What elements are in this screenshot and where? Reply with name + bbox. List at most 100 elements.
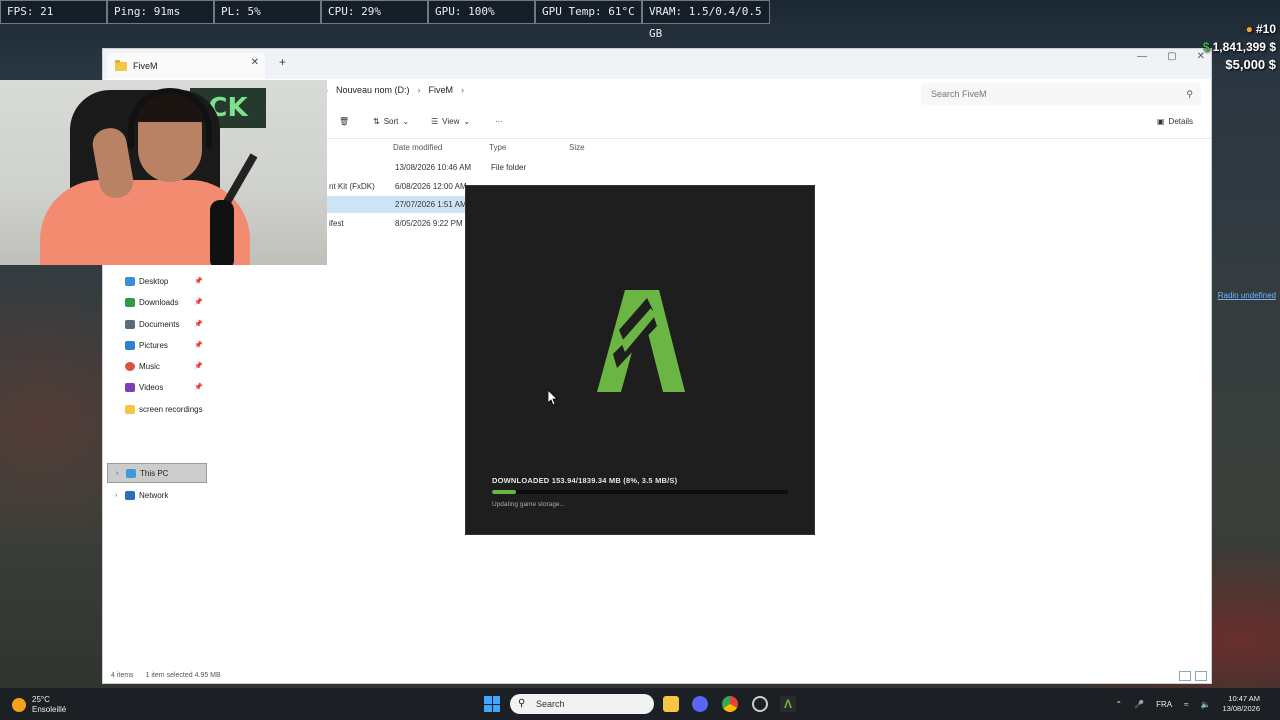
- delete-button[interactable]: 🗑: [339, 117, 349, 126]
- temperature: 25°C: [32, 695, 50, 704]
- details-view-icon[interactable]: [1179, 671, 1191, 681]
- cash-amount: $1,841,399 $: [1202, 40, 1276, 54]
- folder-icon: [125, 404, 135, 414]
- performance-overlay: FPS: 21 Ping: 91ms PL: 5% CPU: 29% GPU: …: [0, 0, 770, 40]
- maximize-icon[interactable]: ▢: [1167, 51, 1176, 62]
- file-explorer-taskbar-icon[interactable]: [663, 696, 679, 712]
- chevron-down-icon: ⌄: [402, 117, 410, 126]
- sidebar-item-documents[interactable]: Documents 📌: [107, 314, 207, 334]
- sidebar-item-music[interactable]: Music 📌: [107, 356, 207, 376]
- taskbar-search[interactable]: ⚲ Search: [510, 694, 654, 714]
- details-pane-button[interactable]: ▣ Details: [1157, 117, 1193, 126]
- gpu-readout: GPU: 100%: [428, 0, 535, 24]
- cpu-readout: CPU: 29%: [321, 0, 428, 24]
- column-date-modified[interactable]: Date modified: [393, 143, 489, 152]
- chevron-up-icon[interactable]: ⌃: [1115, 700, 1122, 709]
- loader-substatus: Updating game storage...: [492, 501, 565, 508]
- trash-icon: 🗑: [339, 117, 350, 126]
- search-icon: ⚲: [1186, 89, 1193, 99]
- details-icon: ▣: [1156, 117, 1165, 126]
- dollar-icon: $: [1225, 57, 1233, 72]
- desktop-icon: [125, 276, 135, 286]
- webcam-overlay: CK: [0, 80, 327, 265]
- taskbar: 25°C Ensoleillé ⚲ Search Λ ⌃ 🎤 FRA ≈ 🔈 1…: [0, 688, 1280, 720]
- pc-icon: [126, 468, 136, 478]
- tab-title: FiveM: [133, 61, 158, 71]
- mouse-cursor-icon: [548, 390, 558, 406]
- pin-icon: 📌: [194, 299, 203, 306]
- sort-icon: ⇅: [373, 117, 380, 126]
- tiles-view-icon[interactable]: [1195, 671, 1207, 681]
- breadcrumb-drive[interactable]: Nouveau nom (D:): [336, 85, 410, 95]
- clock[interactable]: 10:47 AM 13/08/2026: [1222, 694, 1260, 714]
- chevron-right-icon: ›: [417, 85, 421, 95]
- pin-icon: 📌: [194, 363, 203, 370]
- language-indicator[interactable]: FRA: [1156, 700, 1172, 709]
- item-count: 4 items: [111, 672, 134, 679]
- download-progress-fill: [492, 490, 516, 494]
- music-icon: [125, 361, 135, 371]
- dollar-icon: $: [1202, 40, 1210, 54]
- download-progress-bar: [492, 490, 788, 494]
- sun-icon: [12, 698, 26, 712]
- close-tab-icon[interactable]: ✕: [251, 57, 259, 68]
- sidebar-item-network[interactable]: › Network: [107, 485, 207, 505]
- system-tray: ⌃ 🎤 FRA ≈ 🔈 10:47 AM 13/08/2026: [1115, 694, 1260, 714]
- download-status: DOWNLOADED 153.94/1839.34 MB (8%, 3.5 MB…: [492, 476, 678, 485]
- sidebar-item-desktop[interactable]: Desktop 📌: [107, 271, 207, 291]
- ping-readout: Ping: 91ms: [107, 0, 214, 24]
- new-tab-button[interactable]: +: [279, 55, 286, 69]
- search-input[interactable]: Search FiveM ⚲: [921, 83, 1201, 105]
- weather-condition: Ensoleillé: [32, 705, 67, 714]
- discord-taskbar-icon[interactable]: [692, 696, 708, 712]
- start-button[interactable]: [484, 696, 500, 712]
- chevron-right-icon: ›: [461, 85, 465, 95]
- breadcrumb-folder[interactable]: FiveM: [429, 85, 454, 95]
- column-headers: Date modified Type Size: [393, 143, 619, 152]
- microphone-icon[interactable]: 🎤: [1134, 700, 1144, 709]
- chevron-right-icon: ›: [116, 469, 119, 477]
- fps-readout: FPS: 21: [0, 0, 107, 24]
- view-toggles: [1179, 671, 1207, 681]
- table-row[interactable]: 13/08/2026 10:46 AM File folder: [327, 159, 567, 176]
- player-rank: ● #10: [1245, 22, 1276, 36]
- pin-icon: 📌: [194, 321, 203, 328]
- bank-amount: $5,000 $: [1225, 57, 1276, 72]
- fivem-logo: [597, 290, 685, 392]
- packet-loss-readout: PL: 5%: [214, 0, 321, 24]
- minimize-icon[interactable]: —: [1137, 51, 1147, 62]
- sidebar-item-this-pc[interactable]: › This PC: [107, 463, 207, 483]
- chrome-taskbar-icon[interactable]: [722, 696, 738, 712]
- chevron-down-icon: ⌄: [463, 117, 471, 126]
- status-bar: 4 items 1 item selected 4.95 MB: [111, 672, 221, 679]
- sidebar-item-downloads[interactable]: Downloads 📌: [107, 292, 207, 312]
- microphone: [210, 200, 234, 265]
- radio-link[interactable]: Radio undefined: [1218, 291, 1276, 300]
- download-icon: [125, 297, 135, 307]
- view-button[interactable]: ☰ View ⌄: [431, 117, 470, 126]
- title-bar: FiveM ✕ + — ▢ ✕: [103, 49, 1211, 79]
- sort-button[interactable]: ⇅ Sort ⌄: [373, 117, 409, 126]
- pictures-icon: [125, 340, 135, 350]
- more-options-button[interactable]: ···: [495, 117, 503, 126]
- game-hud: ● #10 $1,841,399 $ $5,000 $: [1203, 22, 1276, 72]
- vram-readout: VRAM: 1.5/0.4/0.5 GB: [642, 0, 770, 40]
- breadcrumb: › Nouveau nom (D:) › FiveM ›: [325, 85, 464, 95]
- steam-taskbar-icon[interactable]: [752, 696, 768, 712]
- selection-info: 1 item selected 4.95 MB: [145, 672, 221, 679]
- weather-widget[interactable]: 25°C Ensoleillé: [12, 695, 66, 715]
- volume-icon[interactable]: 🔈: [1200, 700, 1210, 709]
- network-icon: [125, 490, 135, 500]
- fivem-taskbar-icon[interactable]: Λ: [780, 696, 796, 712]
- wifi-icon[interactable]: ≈: [1184, 700, 1188, 709]
- sidebar-item-screen-recordings[interactable]: screen recordings: [107, 399, 207, 419]
- documents-icon: [125, 319, 135, 329]
- sidebar-item-pictures[interactable]: Pictures 📌: [107, 335, 207, 355]
- fivem-loading-window: DOWNLOADED 153.94/1839.34 MB (8%, 3.5 MB…: [465, 185, 815, 535]
- pin-icon: 📌: [194, 342, 203, 349]
- tab-fivem[interactable]: FiveM ✕: [107, 53, 265, 79]
- column-type[interactable]: Type: [489, 143, 569, 152]
- pin-icon: 📌: [194, 384, 203, 391]
- sidebar-item-videos[interactable]: Videos 📌: [107, 377, 207, 397]
- column-size[interactable]: Size: [569, 143, 619, 152]
